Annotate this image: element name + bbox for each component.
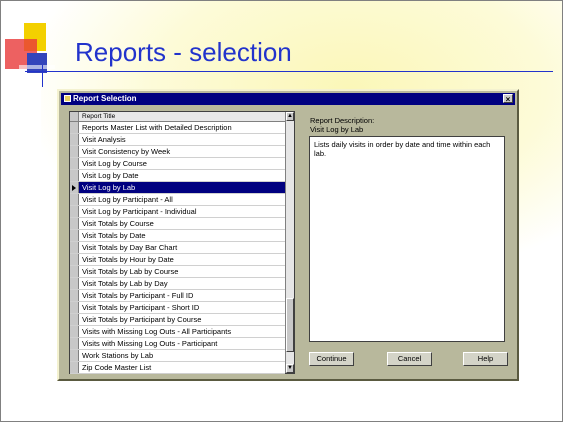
- list-scrollbar[interactable]: ▲ ▼: [285, 112, 294, 373]
- list-item[interactable]: Work Stations by Lab: [70, 350, 285, 362]
- slide-title: Reports - selection: [75, 37, 292, 67]
- row-selector[interactable]: [70, 290, 79, 301]
- row-selector[interactable]: [70, 302, 79, 313]
- row-selector[interactable]: [70, 122, 79, 133]
- report-title-cell: Visit Log by Participant - Individual: [82, 207, 197, 216]
- list-item[interactable]: Visit Totals by Participant by Course: [70, 314, 285, 326]
- row-selector[interactable]: [70, 314, 79, 325]
- title-underline: [25, 71, 553, 72]
- current-row-arrow-icon: [72, 185, 76, 191]
- row-selector[interactable]: [70, 170, 79, 181]
- row-selector[interactable]: [70, 326, 79, 337]
- list-item[interactable]: Visit Log by Lab: [70, 182, 285, 194]
- list-item[interactable]: Visit Totals by Course: [70, 218, 285, 230]
- list-item[interactable]: Visit Totals by Lab by Course: [70, 266, 285, 278]
- cancel-button[interactable]: Cancel: [387, 352, 432, 366]
- list-item[interactable]: Visit Log by Course: [70, 158, 285, 170]
- report-selection-dialog: Report Selection × Report Title Reports …: [57, 89, 519, 381]
- list-item[interactable]: Visit Log by Participant - All: [70, 194, 285, 206]
- row-selector[interactable]: [70, 206, 79, 217]
- report-title-cell: Visit Log by Date: [82, 171, 139, 180]
- report-title-cell: Visits with Missing Log Outs - Participa…: [82, 339, 218, 348]
- row-selector[interactable]: [70, 242, 79, 253]
- list-header: Report Title: [70, 112, 294, 122]
- row-selector[interactable]: [70, 338, 79, 349]
- report-title-cell: Visit Totals by Date: [82, 231, 146, 240]
- list-item[interactable]: Visits with Missing Log Outs - All Parti…: [70, 326, 285, 338]
- list-item[interactable]: Visits with Missing Log Outs - Participa…: [70, 338, 285, 350]
- report-title-cell: Visit Log by Course: [82, 159, 147, 168]
- report-title-cell: Visit Totals by Course: [82, 219, 154, 228]
- dialog-titlebar[interactable]: Report Selection ×: [61, 93, 515, 105]
- report-title-cell: Visit Log by Participant - All: [82, 195, 173, 204]
- report-title-cell: Visit Totals by Day Bar Chart: [82, 243, 178, 252]
- list-item[interactable]: Visit Totals by Day Bar Chart: [70, 242, 285, 254]
- report-rows: Reports Master List with Detailed Descri…: [70, 122, 285, 374]
- row-selector[interactable]: [70, 266, 79, 277]
- column-header-report-title[interactable]: Report Title: [79, 112, 285, 122]
- row-selector[interactable]: [70, 350, 79, 361]
- scrollbar-thumb[interactable]: [286, 298, 294, 352]
- row-selector[interactable]: [70, 194, 79, 205]
- report-title-cell: Visit Log by Lab: [79, 182, 285, 193]
- presentation-slide: Reports - selection Report Selection × R…: [0, 0, 563, 422]
- close-icon[interactable]: ×: [503, 94, 513, 104]
- scroll-up-icon[interactable]: ▲: [286, 112, 294, 121]
- list-item[interactable]: Visit Analysis: [70, 134, 285, 146]
- list-item[interactable]: Reports Master List with Detailed Descri…: [70, 122, 285, 134]
- report-title-cell: Reports Master List with Detailed Descri…: [82, 123, 232, 132]
- continue-button[interactable]: Continue: [309, 352, 354, 366]
- row-selector[interactable]: [70, 182, 79, 193]
- description-text: Lists daily visits in order by date and …: [309, 136, 505, 342]
- description-label: Report Description:: [310, 116, 375, 125]
- row-selector[interactable]: [70, 230, 79, 241]
- row-selector[interactable]: [70, 158, 79, 169]
- report-title-cell: Visit Totals by Participant - Short ID: [82, 303, 200, 312]
- report-title-cell: Visits with Missing Log Outs - All Parti…: [82, 327, 232, 336]
- list-item[interactable]: Visit Totals by Participant - Full ID: [70, 290, 285, 302]
- report-title-cell: Visit Analysis: [82, 135, 126, 144]
- report-title-cell: Zip Code Master List: [82, 363, 152, 372]
- row-selector[interactable]: [70, 254, 79, 265]
- report-title-cell: Visit Consistency by Week: [82, 147, 171, 156]
- report-title-cell: Visit Totals by Participant by Course: [82, 315, 202, 324]
- list-item[interactable]: Visit Totals by Participant - Short ID: [70, 302, 285, 314]
- title-vertical-rule: [42, 65, 43, 87]
- report-list[interactable]: Report Title Reports Master List with De…: [69, 111, 295, 374]
- selected-report-title: Visit Log by Lab: [310, 125, 364, 134]
- help-button[interactable]: Help: [463, 352, 508, 366]
- report-title-cell: Visit Totals by Hour by Date: [82, 255, 174, 264]
- list-item[interactable]: Visit Totals by Lab by Day: [70, 278, 285, 290]
- report-title-cell: Work Stations by Lab: [82, 351, 154, 360]
- scroll-down-icon[interactable]: ▼: [286, 364, 294, 373]
- report-title-cell: Visit Totals by Participant - Full ID: [82, 291, 194, 300]
- list-item[interactable]: Visit Log by Participant - Individual: [70, 206, 285, 218]
- report-title-cell: Visit Totals by Lab by Course: [82, 267, 179, 276]
- row-selector[interactable]: [70, 278, 79, 289]
- report-title-cell: Visit Totals by Lab by Day: [82, 279, 168, 288]
- list-item[interactable]: Visit Log by Date: [70, 170, 285, 182]
- row-selector[interactable]: [70, 146, 79, 157]
- description-header: Report Description: Visit Log by Lab: [310, 116, 374, 134]
- row-selector[interactable]: [70, 362, 79, 373]
- row-selector[interactable]: [70, 134, 79, 145]
- list-item[interactable]: Zip Code Master List: [70, 362, 285, 374]
- dialog-title: Report Selection: [73, 94, 137, 103]
- list-item[interactable]: Visit Totals by Date: [70, 230, 285, 242]
- list-item[interactable]: Visit Totals by Hour by Date: [70, 254, 285, 266]
- list-item[interactable]: Visit Consistency by Week: [70, 146, 285, 158]
- row-selector[interactable]: [70, 218, 79, 229]
- decorative-squares-logo: [5, 23, 55, 73]
- app-icon: [64, 95, 71, 102]
- header-corner: [70, 112, 79, 122]
